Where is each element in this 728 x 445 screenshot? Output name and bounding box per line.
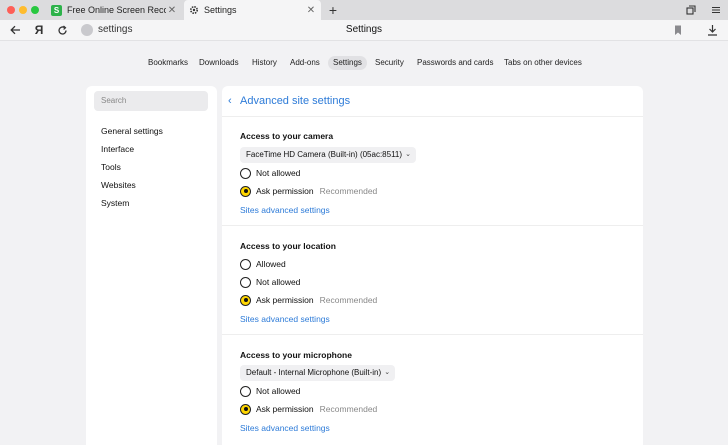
tabs-overview-icon[interactable] <box>684 3 698 17</box>
camera-sites-advanced-link[interactable]: Sites advanced settings <box>240 205 330 215</box>
bookmark-icon[interactable] <box>674 25 682 36</box>
camera-device-value: FaceTime HD Camera (Built-in) (05ac:8511… <box>246 150 403 159</box>
sidebar-item-tools[interactable]: Tools <box>101 162 121 172</box>
settings-sidebar: Search General settings Interface Tools … <box>86 86 217 445</box>
close-tab-icon[interactable]: ✕ <box>166 5 178 16</box>
section-divider <box>222 334 643 335</box>
microphone-section-title: Access to your microphone <box>240 350 352 360</box>
new-tab-button[interactable]: + <box>326 1 340 19</box>
panel-header: ‹ Advanced site settings <box>222 86 643 117</box>
section-divider <box>222 225 643 226</box>
site-info-icon[interactable] <box>81 24 93 36</box>
camera-option-ask-permission[interactable]: Ask permission Recommended <box>240 185 377 197</box>
address-bar: Я settings Settings <box>0 20 728 41</box>
radio-button[interactable] <box>240 167 251 179</box>
radio-button-selected[interactable] <box>240 294 251 306</box>
downloads-icon[interactable] <box>704 22 720 38</box>
reload-icon[interactable] <box>54 22 70 38</box>
sidebar-item-websites[interactable]: Websites <box>101 180 136 190</box>
chevron-down-icon: ⌄ <box>405 151 412 158</box>
tab-title: Free Online Screen Recorder <box>67 5 166 15</box>
close-tab-icon[interactable]: ✕ <box>305 5 317 16</box>
chevron-down-icon: ⌄ <box>384 369 391 376</box>
radio-button-selected[interactable] <box>240 403 251 415</box>
radio-label: Not allowed <box>256 386 301 396</box>
location-sites-advanced-link[interactable]: Sites advanced settings <box>240 314 330 324</box>
location-option-ask-permission[interactable]: Ask permission Recommended <box>240 294 377 306</box>
location-option-allowed[interactable]: Allowed <box>240 258 286 270</box>
recommended-note: Recommended <box>319 186 378 196</box>
nav-bookmarks[interactable]: Bookmarks <box>143 56 193 70</box>
radio-button[interactable] <box>240 276 251 288</box>
radio-label: Ask permission <box>256 295 314 305</box>
microphone-option-ask-permission[interactable]: Ask permission Recommended <box>240 403 377 415</box>
radio-label: Ask permission <box>256 404 314 414</box>
menu-icon[interactable] <box>709 3 723 17</box>
microphone-device-select[interactable]: Default - Internal Microphone (Built-in)… <box>240 365 396 381</box>
radio-button-selected[interactable] <box>240 185 251 197</box>
nav-settings[interactable]: Settings <box>328 56 367 70</box>
nav-security[interactable]: Security <box>370 56 409 70</box>
radio-label: Not allowed <box>256 168 301 178</box>
advanced-site-settings-panel: ‹ Advanced site settings Access to your … <box>222 86 643 445</box>
camera-option-not-allowed[interactable]: Not allowed <box>240 167 300 179</box>
nav-add-ons[interactable]: Add-ons <box>285 56 325 70</box>
location-section-title: Access to your location <box>240 241 336 251</box>
microphone-option-not-allowed[interactable]: Not allowed <box>240 385 300 397</box>
back-chevron-icon[interactable]: ‹ <box>228 95 232 107</box>
zoom-window-button[interactable] <box>31 6 39 14</box>
nav-passwords-and-cards[interactable]: Passwords and cards <box>412 56 498 70</box>
minimize-window-button[interactable] <box>19 6 27 14</box>
microphone-sites-advanced-link[interactable]: Sites advanced settings <box>240 423 330 433</box>
yandex-logo-icon[interactable]: Я <box>31 22 47 38</box>
sidebar-item-system[interactable]: System <box>101 198 129 208</box>
tab-screen-recorder[interactable]: S Free Online Screen Recorder ✕ <box>46 0 182 20</box>
sidebar-item-interface[interactable]: Interface <box>101 144 134 154</box>
radio-label: Allowed <box>256 259 286 269</box>
radio-button[interactable] <box>240 385 251 397</box>
close-window-button[interactable] <box>7 6 15 14</box>
tab-strip: S Free Online Screen Recorder ✕ Settings… <box>0 0 728 20</box>
recommended-note: Recommended <box>319 295 378 305</box>
recommended-note: Recommended <box>319 404 378 414</box>
tab-title: Settings <box>204 5 237 15</box>
radio-button[interactable] <box>240 258 251 270</box>
address-input[interactable]: settings <box>98 24 132 35</box>
panel-title[interactable]: Advanced site settings <box>240 95 350 107</box>
camera-device-select[interactable]: FaceTime HD Camera (Built-in) (05ac:8511… <box>240 147 417 163</box>
gear-icon <box>188 5 199 16</box>
microphone-device-value: Default - Internal Microphone (Built-in) <box>246 368 382 377</box>
screen-recorder-favicon-icon: S <box>51 4 62 16</box>
radio-label: Ask permission <box>256 186 314 196</box>
nav-tabs-on-other-devices[interactable]: Tabs on other devices <box>499 56 587 70</box>
camera-section-title: Access to your camera <box>240 131 334 141</box>
tab-settings[interactable]: Settings ✕ <box>184 0 321 20</box>
sidebar-item-general-settings[interactable]: General settings <box>101 126 163 136</box>
location-option-not-allowed[interactable]: Not allowed <box>240 276 300 288</box>
search-input[interactable]: Search <box>94 91 208 111</box>
back-arrow-icon[interactable] <box>7 22 23 38</box>
settings-navigation: Bookmarks Downloads History Add-ons Sett… <box>0 56 728 70</box>
nav-downloads[interactable]: Downloads <box>194 56 244 70</box>
nav-history[interactable]: History <box>247 56 282 70</box>
radio-label: Not allowed <box>256 277 301 287</box>
